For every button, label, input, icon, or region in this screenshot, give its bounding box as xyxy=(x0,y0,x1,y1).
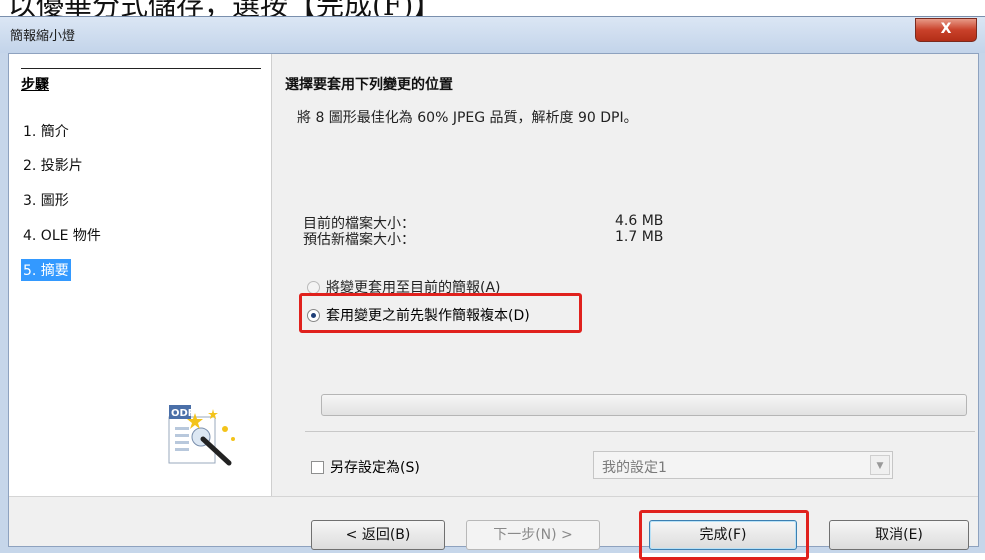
steps-title: 步驟 xyxy=(21,77,49,93)
cropped-caption: 以優華分式儲存，選按【完成(F)】 xyxy=(0,0,985,16)
footer-divider xyxy=(9,496,978,497)
odf-wand-icon: ODF xyxy=(167,399,247,469)
highlight-box-option xyxy=(299,293,582,333)
caption-text: 以優華分式儲存，選按【完成(F)】 xyxy=(8,0,441,16)
step-graphics[interactable]: 3. 圖形 xyxy=(21,189,71,211)
chevron-down-icon[interactable]: ▼ xyxy=(870,455,890,475)
title-bar: 簡報縮小燈 X xyxy=(0,17,985,53)
cancel-button[interactable]: 取消(E) xyxy=(829,520,969,550)
new-size-label: 預估新檔案大小： xyxy=(303,232,415,248)
dialog-body: 步驟 1. 簡介 2. 投影片 3. 圖形 4. OLE 物件 5. 摘要 OD… xyxy=(8,53,979,560)
summary-heading: 選擇要套用下列變更的位置 xyxy=(285,77,453,93)
save-settings-checkbox-row[interactable]: 另存設定為(S) xyxy=(311,457,420,477)
summary-description: 將 8 圖形最佳化為 60% JPEG 品質，解析度 90 DPI。 xyxy=(297,110,638,126)
step-slides[interactable]: 2. 投影片 xyxy=(21,154,85,176)
settings-name-combo[interactable]: 我的設定1 ▼ xyxy=(593,451,893,479)
step-intro[interactable]: 1. 簡介 xyxy=(21,120,71,142)
next-button[interactable]: 下一步(N) > xyxy=(466,520,600,550)
step-summary[interactable]: 5. 摘要 xyxy=(21,259,71,281)
current-size-value: 4.6 MB xyxy=(615,213,664,229)
window-title: 簡報縮小燈 xyxy=(10,29,76,44)
save-settings-label: 另存設定為(S) xyxy=(330,460,420,476)
back-button[interactable]: < 返回(B) xyxy=(311,520,445,550)
steps-panel: 步驟 1. 簡介 2. 投影片 3. 圖形 4. OLE 物件 5. 摘要 OD… xyxy=(9,54,272,496)
close-button[interactable]: X xyxy=(915,18,977,42)
steps-divider xyxy=(21,68,261,69)
summary-content: 選擇要套用下列變更的位置 將 8 圖形最佳化為 60% JPEG 品質，解析度 … xyxy=(285,54,975,496)
radio-button[interactable] xyxy=(307,280,320,294)
settings-name-value: 我的設定1 xyxy=(602,460,667,476)
svg-text:ODF: ODF xyxy=(171,408,195,419)
section-divider xyxy=(305,431,975,432)
highlight-box-finish xyxy=(639,510,809,560)
dialog-window: 簡報縮小燈 X 步驟 1. 簡介 2. 投影片 3. 圖形 4. OLE 物件 … xyxy=(0,16,985,560)
step-ole-objects[interactable]: 4. OLE 物件 xyxy=(21,224,103,246)
save-settings-checkbox[interactable] xyxy=(311,460,324,474)
progress-bar xyxy=(321,394,967,416)
new-size-value: 1.7 MB xyxy=(615,229,664,245)
